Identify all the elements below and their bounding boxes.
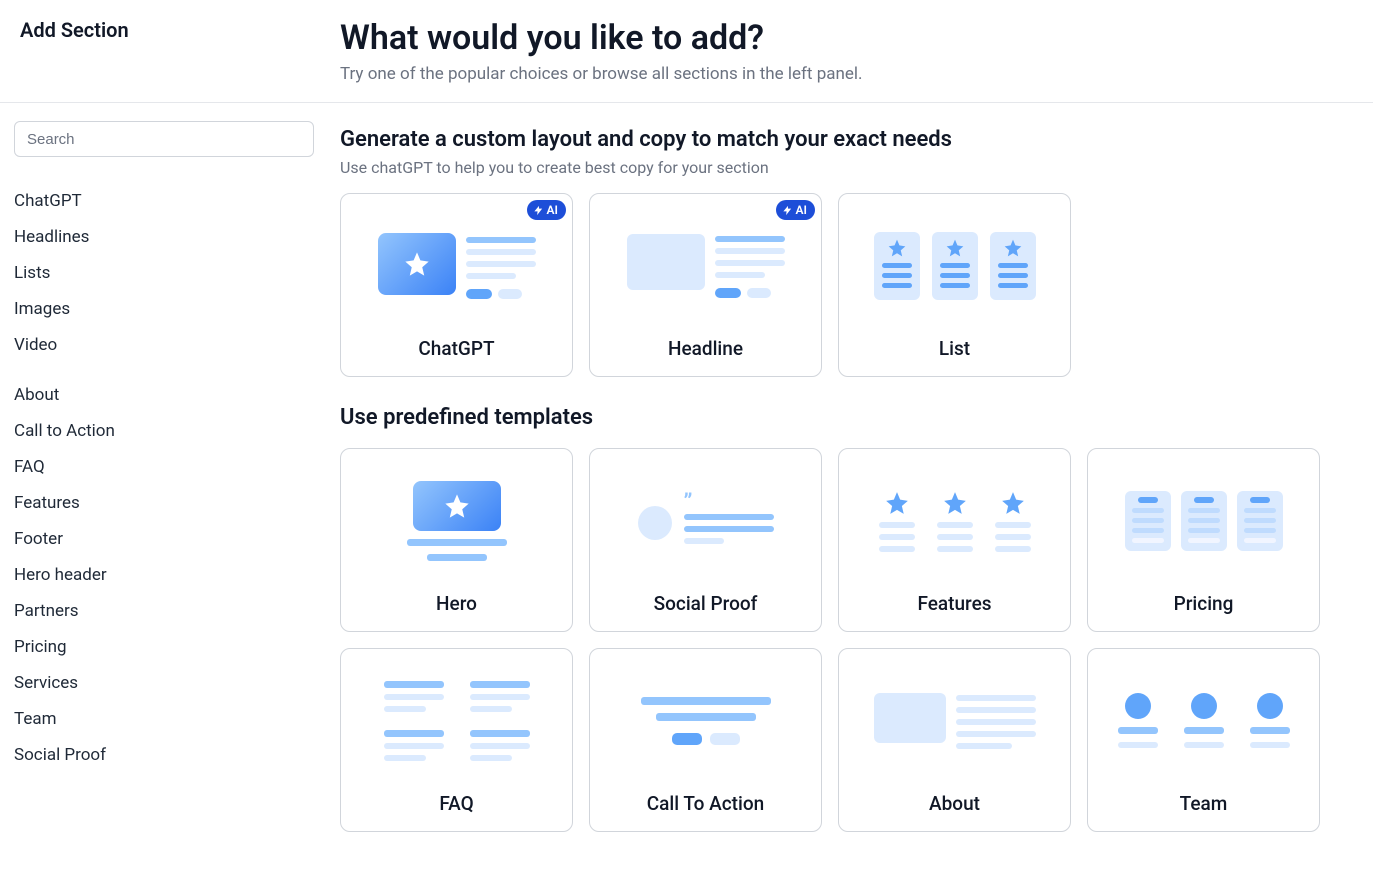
thumb-about xyxy=(839,649,1070,792)
card-chatgpt[interactable]: AI xyxy=(340,193,573,377)
card-about[interactable]: About xyxy=(838,648,1071,832)
star-icon xyxy=(942,490,968,516)
thumb-pricing xyxy=(1088,449,1319,592)
thumb-social-proof: ” xyxy=(590,449,821,592)
sidebar-item-video[interactable]: Video xyxy=(14,327,326,363)
sidebar-item-about[interactable]: About xyxy=(14,377,326,413)
card-pricing[interactable]: Pricing xyxy=(1087,448,1320,632)
sidebar-item-features[interactable]: Features xyxy=(14,485,326,521)
custom-section-subtitle: Use chatGPT to help you to create best c… xyxy=(340,158,1363,177)
star-icon xyxy=(1000,490,1026,516)
card-cta[interactable]: Call To Action xyxy=(589,648,822,832)
card-label: Hero xyxy=(436,592,477,631)
sidebar-item-services[interactable]: Services xyxy=(14,665,326,701)
sidebar-item-team[interactable]: Team xyxy=(14,701,326,737)
sidebar-item-faq[interactable]: FAQ xyxy=(14,449,326,485)
card-team[interactable]: Team xyxy=(1087,648,1320,832)
card-social-proof[interactable]: ” Social Proof xyxy=(589,448,822,632)
sidebar-title: Add Section xyxy=(20,18,340,42)
thumb-features xyxy=(839,449,1070,592)
card-hero[interactable]: Hero xyxy=(340,448,573,632)
thumb-hero xyxy=(341,449,572,592)
star-icon xyxy=(443,492,471,520)
card-label: ChatGPT xyxy=(418,337,494,376)
ai-badge: AI xyxy=(776,200,815,220)
page-title: What would you like to add? xyxy=(340,18,1373,58)
star-icon xyxy=(887,238,907,258)
thumb-list xyxy=(839,194,1070,337)
sidebar-item-chatgpt[interactable]: ChatGPT xyxy=(14,183,326,219)
card-label: List xyxy=(939,337,970,376)
sidebar-item-headlines[interactable]: Headlines xyxy=(14,219,326,255)
thumb-faq xyxy=(341,649,572,792)
search-input[interactable] xyxy=(14,121,314,157)
thumb-cta xyxy=(590,649,821,792)
sidebar-item-footer[interactable]: Footer xyxy=(14,521,326,557)
card-label: Pricing xyxy=(1174,592,1234,631)
quote-icon: ” xyxy=(684,498,774,508)
star-icon xyxy=(1003,238,1023,258)
sidebar-item-lists[interactable]: Lists xyxy=(14,255,326,291)
card-label: Headline xyxy=(668,337,743,376)
sidebar-item-partners[interactable]: Partners xyxy=(14,593,326,629)
page-subtitle: Try one of the popular choices or browse… xyxy=(340,64,1373,84)
card-label: Features xyxy=(917,592,991,631)
custom-section-title: Generate a custom layout and copy to mat… xyxy=(340,127,1363,152)
card-label: Team xyxy=(1180,792,1228,831)
card-label: Call To Action xyxy=(647,792,764,831)
sidebar-item-social-proof[interactable]: Social Proof xyxy=(14,737,326,773)
card-label: Social Proof xyxy=(654,592,758,631)
card-faq[interactable]: FAQ xyxy=(340,648,573,832)
sidebar-item-images[interactable]: Images xyxy=(14,291,326,327)
star-icon xyxy=(884,490,910,516)
card-label: About xyxy=(929,792,980,831)
bolt-icon xyxy=(782,205,793,216)
sidebar-item-pricing[interactable]: Pricing xyxy=(14,629,326,665)
star-icon xyxy=(945,238,965,258)
templates-section-title: Use predefined templates xyxy=(340,405,1363,430)
sidebar-item-hero-header[interactable]: Hero header xyxy=(14,557,326,593)
thumb-team xyxy=(1088,649,1319,792)
card-label: FAQ xyxy=(439,792,473,831)
bolt-icon xyxy=(533,205,544,216)
card-features[interactable]: Features xyxy=(838,448,1071,632)
card-list[interactable]: List xyxy=(838,193,1071,377)
star-icon xyxy=(403,250,431,278)
sidebar-item-call-to-action[interactable]: Call to Action xyxy=(14,413,326,449)
card-headline[interactable]: AI xyxy=(589,193,822,377)
ai-badge: AI xyxy=(527,200,566,220)
